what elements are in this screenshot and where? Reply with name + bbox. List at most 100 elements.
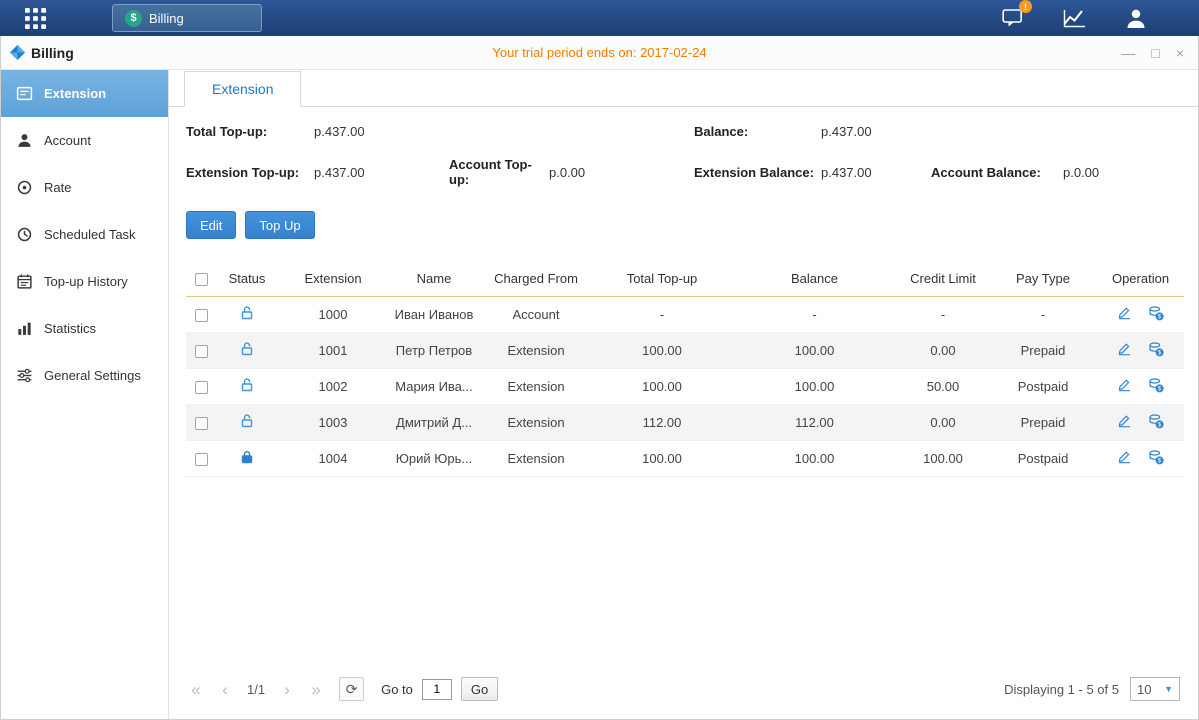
app-launcher-button[interactable] <box>0 8 70 29</box>
table-row: 1001 Петр Петров Extension 100.00 100.00… <box>186 332 1184 368</box>
edit-row-icon[interactable] <box>1117 305 1132 320</box>
row-checkbox[interactable] <box>195 417 208 430</box>
person-icon <box>1125 8 1147 29</box>
pagination-bar: « ‹ 1/1 › » ⟳ Go to Go Displaying 1 - 5 … <box>186 667 1184 711</box>
sidebar-item-account[interactable]: Account <box>1 117 168 164</box>
page-size-dropdown[interactable]: 10 ▼ <box>1130 677 1180 701</box>
main-panel: Extension Total Top-up: p.437.00 Balance… <box>169 70 1198 719</box>
edit-row-icon[interactable] <box>1117 377 1132 392</box>
cell-credit-limit: - <box>897 296 989 332</box>
goto-label: Go to <box>381 682 413 697</box>
row-checkbox[interactable] <box>195 345 208 358</box>
edit-row-icon[interactable] <box>1117 413 1132 428</box>
cell-balance: 112.00 <box>732 404 897 440</box>
page-size-value: 10 <box>1137 682 1151 697</box>
cell-credit-limit: 0.00 <box>897 404 989 440</box>
last-page-button[interactable]: » <box>306 681 326 698</box>
row-checkbox[interactable] <box>195 381 208 394</box>
statistics-report-button[interactable] <box>1063 8 1087 28</box>
select-all-cell <box>186 262 216 296</box>
cell-extension: 1003 <box>278 404 388 440</box>
edit-row-icon[interactable] <box>1117 449 1132 464</box>
sidebar-item-rate[interactable]: Rate <box>1 164 168 211</box>
column-header-balance: Balance <box>732 262 897 296</box>
cell-extension: 1004 <box>278 440 388 476</box>
refresh-button[interactable]: ⟳ <box>339 677 364 701</box>
lock-status-icon[interactable] <box>239 341 255 357</box>
summary-value: p.437.00 <box>314 124 449 139</box>
lock-status-icon[interactable] <box>239 377 255 393</box>
billing-app-window: $ Billing ! <box>0 0 1199 720</box>
billing-summary: Total Top-up: p.437.00 Balance: p.437.00… <box>186 124 1184 187</box>
top-up-button[interactable]: Top Up <box>245 211 314 239</box>
top-up-row-icon[interactable]: $ <box>1148 377 1164 393</box>
lock-status-icon[interactable] <box>239 305 255 321</box>
cell-name: Иван Иванов <box>388 296 480 332</box>
topbar-tab-label: Billing <box>149 11 184 26</box>
sidebar-item-extension[interactable]: Extension <box>1 70 168 117</box>
row-checkbox[interactable] <box>195 309 208 322</box>
prev-page-button[interactable]: ‹ <box>215 681 235 698</box>
cell-balance: - <box>732 296 897 332</box>
summary-label: Balance: <box>694 124 821 139</box>
window-title: Billing <box>31 45 74 61</box>
sidebar-item-label: Extension <box>44 86 106 101</box>
page-indicator: 1/1 <box>247 682 265 697</box>
cell-pay-type: - <box>989 296 1097 332</box>
maximize-icon[interactable]: □ <box>1151 46 1159 60</box>
sidebar-item-scheduled-task[interactable]: Scheduled Task <box>1 211 168 258</box>
table-row: 1003 Дмитрий Д... Extension 112.00 112.0… <box>186 404 1184 440</box>
sidebar-item-label: Statistics <box>44 321 96 336</box>
window-body: Extension Account Rate <box>1 70 1198 719</box>
column-header-extension: Extension <box>278 262 388 296</box>
first-page-button[interactable]: « <box>186 681 206 698</box>
row-checkbox[interactable] <box>195 453 208 466</box>
cell-pay-type: Postpaid <box>989 368 1097 404</box>
minimize-icon[interactable]: — <box>1121 46 1135 60</box>
sidebar-item-label: Top-up History <box>44 274 128 289</box>
cell-credit-limit: 50.00 <box>897 368 989 404</box>
refresh-icon: ⟳ <box>346 681 358 698</box>
cell-charged-from: Extension <box>480 404 592 440</box>
top-up-row-icon[interactable]: $ <box>1148 341 1164 357</box>
lock-status-icon[interactable] <box>239 449 255 465</box>
summary-label: Total Top-up: <box>186 124 314 139</box>
cell-pay-type: Prepaid <box>989 404 1097 440</box>
cell-balance: 100.00 <box>732 440 897 476</box>
topbar: $ Billing ! <box>0 0 1199 36</box>
sidebar-item-statistics[interactable]: Statistics <box>1 305 168 352</box>
column-header-status: Status <box>216 262 278 296</box>
select-all-checkbox[interactable] <box>195 273 208 286</box>
tab-extension[interactable]: Extension <box>184 71 301 107</box>
bar-chart-icon <box>16 320 33 337</box>
messages-button[interactable]: ! <box>1002 7 1025 29</box>
window-title-group: Billing <box>1 45 74 61</box>
cell-name: Петр Петров <box>388 332 480 368</box>
goto-page-input[interactable] <box>422 679 452 700</box>
rate-icon <box>16 179 33 196</box>
edit-button[interactable]: Edit <box>186 211 236 239</box>
top-up-row-icon[interactable]: $ <box>1148 305 1164 321</box>
sidebar-item-general-settings[interactable]: General Settings <box>1 352 168 399</box>
column-header-charged-from: Charged From <box>480 262 592 296</box>
next-page-button[interactable]: › <box>277 681 297 698</box>
table-row: 1004 Юрий Юрь... Extension 100.00 100.00… <box>186 440 1184 476</box>
line-chart-icon <box>1063 8 1087 28</box>
go-button[interactable]: Go <box>461 677 498 701</box>
summary-value: p.437.00 <box>314 165 449 180</box>
column-header-operation: Operation <box>1097 262 1184 296</box>
close-icon[interactable]: × <box>1176 46 1184 60</box>
sidebar-item-label: General Settings <box>44 368 141 383</box>
top-up-row-icon[interactable]: $ <box>1148 449 1164 465</box>
lock-status-icon[interactable] <box>239 413 255 429</box>
column-header-name: Name <box>388 262 480 296</box>
sidebar-item-topup-history[interactable]: Top-up History <box>1 258 168 305</box>
topbar-tab-billing[interactable]: $ Billing <box>112 4 262 32</box>
edit-row-icon[interactable] <box>1117 341 1132 356</box>
user-account-button[interactable] <box>1125 8 1147 29</box>
displaying-text: Displaying 1 - 5 of 5 <box>1004 682 1119 697</box>
top-up-row-icon[interactable]: $ <box>1148 413 1164 429</box>
cell-credit-limit: 100.00 <box>897 440 989 476</box>
summary-label: Extension Top-up: <box>186 165 314 180</box>
column-header-credit-limit: Credit Limit <box>897 262 989 296</box>
